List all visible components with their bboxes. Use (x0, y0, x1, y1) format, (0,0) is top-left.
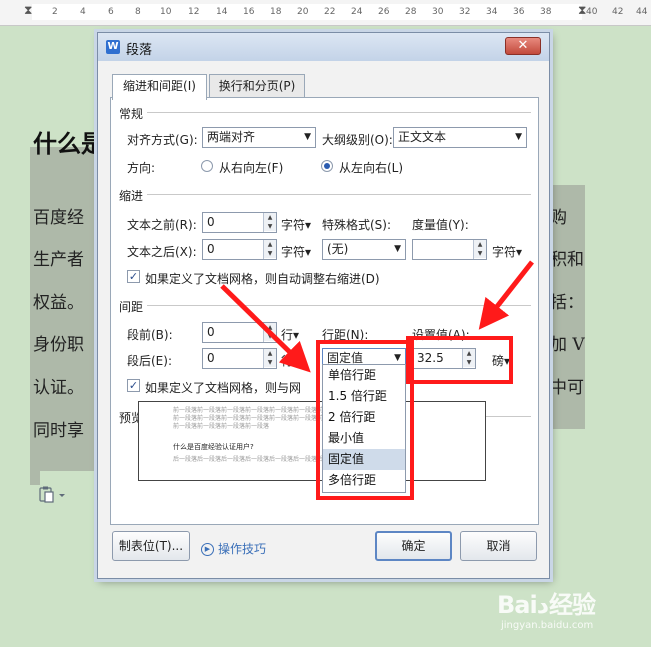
arrow-to-set-value-icon (478, 260, 534, 330)
arrow-to-line-spacing-icon (220, 284, 311, 373)
annotation-arrows (220, 260, 534, 373)
